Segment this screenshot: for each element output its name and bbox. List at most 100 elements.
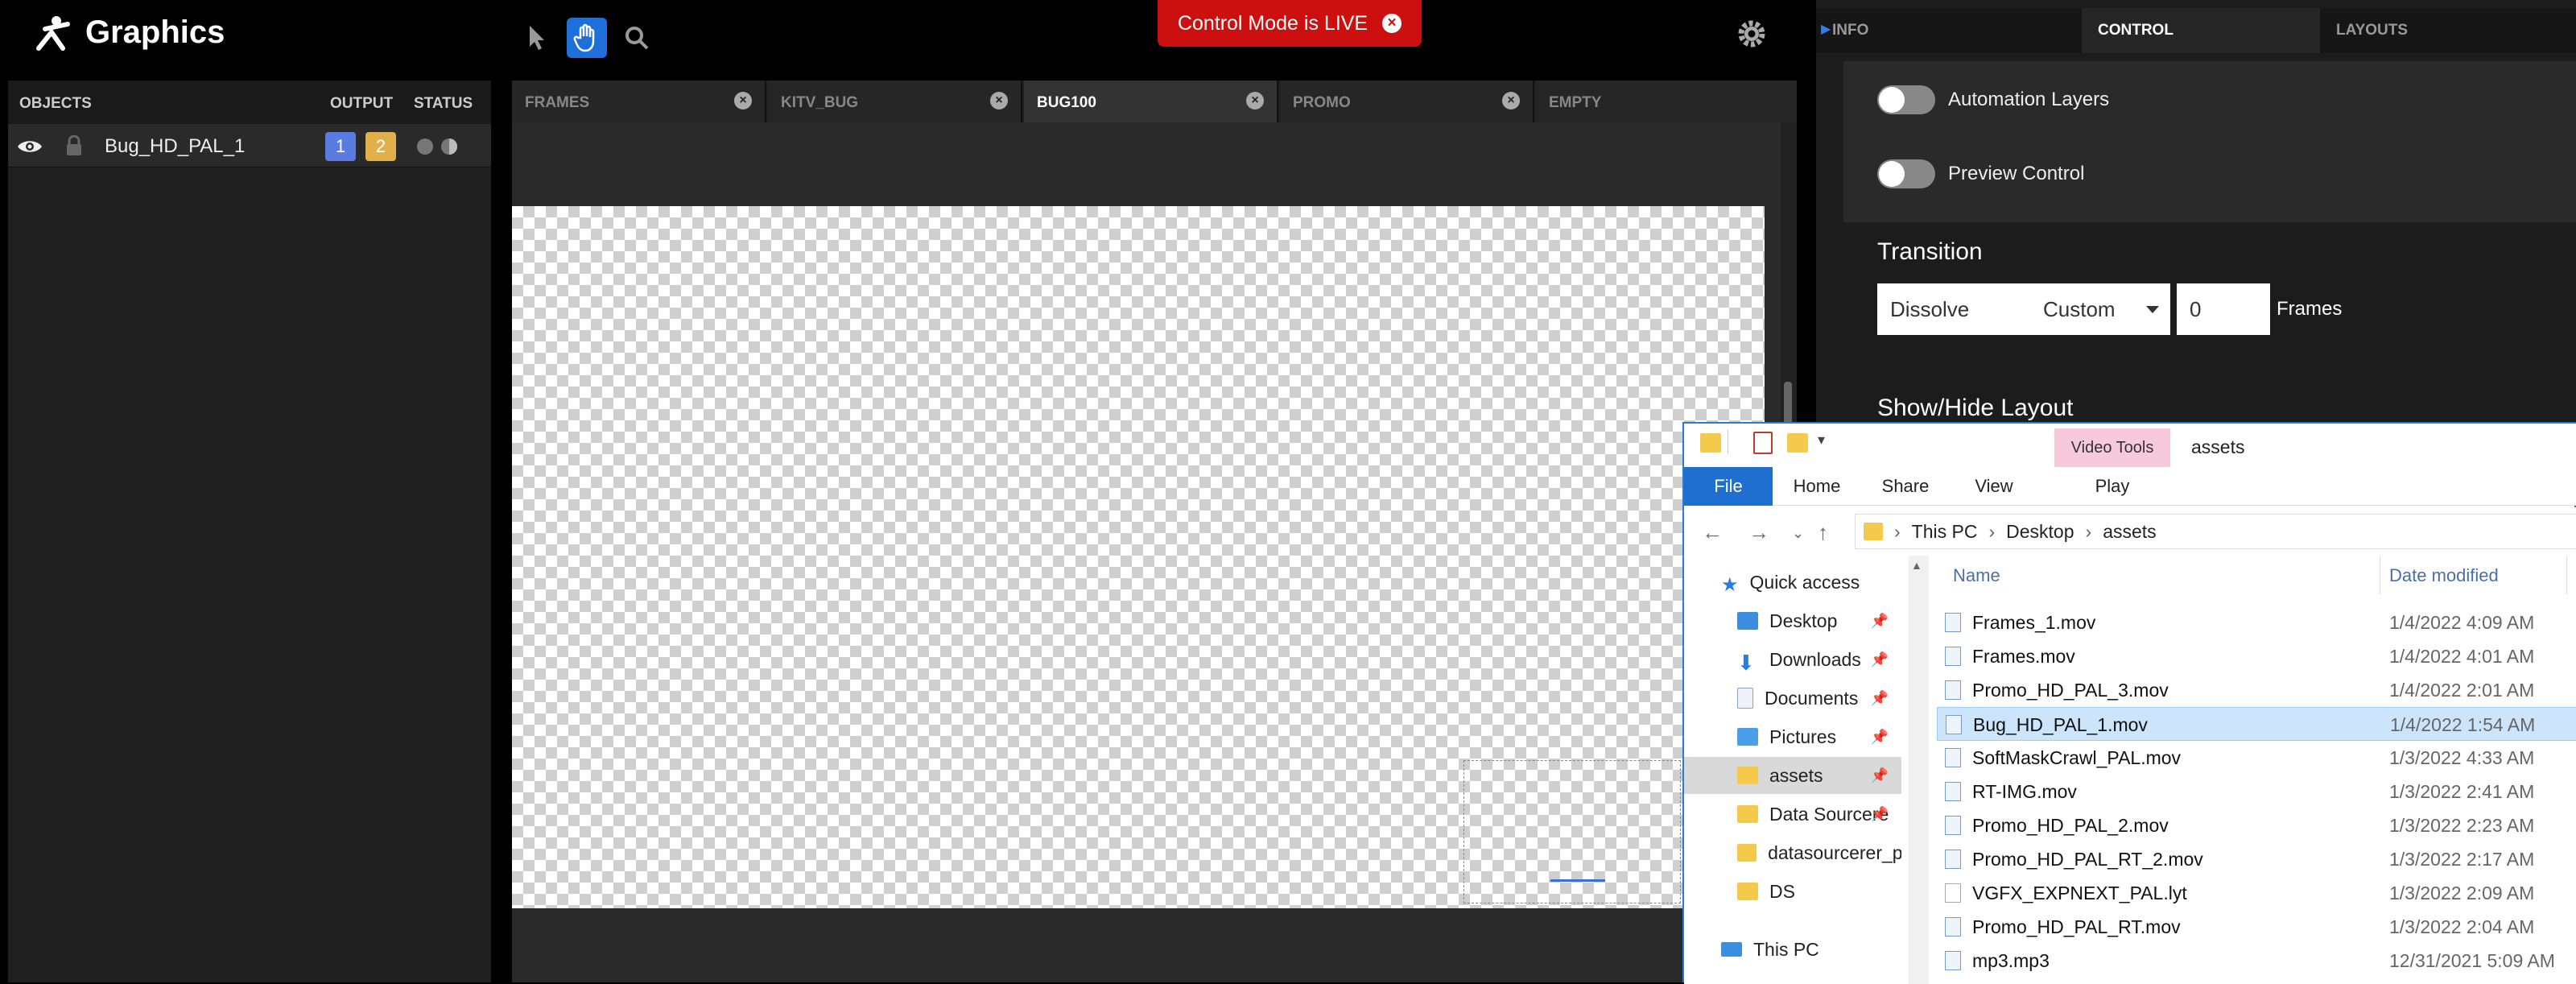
nav-item-assets[interactable]: assets 📌 [1684, 757, 1901, 794]
recent-locations-icon[interactable]: ⌄ [1792, 525, 1804, 542]
breadcrumb-desktop[interactable]: Desktop [2006, 521, 2074, 543]
file-name: SoftMaskCrawl_PAL.mov [1972, 747, 2182, 768]
properties-icon[interactable] [1753, 432, 1773, 454]
date-modified-column-header[interactable]: Date modified [2389, 565, 2499, 586]
collapse-arrow-icon[interactable]: ▶ [1821, 21, 1831, 37]
nav-item-quick-access[interactable]: ★ Quick access [1684, 564, 1901, 601]
tab-info[interactable]: INFO [1816, 8, 2082, 53]
file-name: Promo_HD_PAL_3.mov [1972, 680, 2169, 701]
file-row[interactable]: Promo_HD_PAL_RT.mov 1/3/2022 2:04 AM [1937, 910, 2576, 944]
automation-layers-toggle[interactable] [1877, 85, 1935, 114]
file-row[interactable]: mp3.mp3 12/31/2021 5:09 AM [1937, 944, 2576, 978]
breadcrumb-this-pc[interactable]: This PC [1912, 521, 1978, 543]
frames-input[interactable]: 0 [2177, 283, 2270, 335]
tab-bug100[interactable]: BUG100 × [1024, 81, 1278, 122]
object-row[interactable]: Bug_HD_PAL_1 1 2 [8, 124, 491, 167]
file-row[interactable]: Frames.mov 1/4/2022 4:01 AM [1937, 639, 2576, 673]
breadcrumb-assets[interactable]: assets [2103, 521, 2156, 543]
nav-pane-scrollbar[interactable] [1909, 556, 1929, 984]
nav-item-label: DS [1769, 880, 1795, 902]
audio-file-icon [1945, 951, 1961, 970]
file-name: Bug_HD_PAL_1.mov [1973, 714, 2148, 735]
tab-label: FRAMES [525, 94, 590, 111]
nav-item-ds[interactable]: DS [1684, 873, 1901, 910]
nav-item-label: datasourcerer_ps [1768, 841, 1901, 863]
nav-item-pictures[interactable]: Pictures 📌 [1684, 718, 1901, 755]
file-row[interactable]: Promo_HD_PAL_RT_2.mov 1/3/2022 2:17 AM [1937, 842, 2576, 876]
ribbon-file-tab[interactable]: File [1684, 467, 1773, 506]
tab-layouts[interactable]: LAYOUTS [2320, 8, 2576, 53]
folder-icon [1864, 523, 1883, 540]
nav-item-label: Desktop [1769, 610, 1838, 631]
hand-tool-button[interactable] [567, 18, 607, 58]
file-row-selected[interactable]: Bug_HD_PAL_1.mov 1/4/2022 1:54 AM [1937, 707, 2576, 741]
chevron-down-icon [2146, 306, 2159, 313]
file-date: 1/3/2022 2:04 AM [2389, 916, 2535, 937]
toggles-section [1843, 61, 2576, 222]
nav-item-datasourcerer-ps[interactable]: datasourcerer_ps [1684, 834, 1901, 871]
pointer-tool-button[interactable] [517, 18, 557, 58]
file-row[interactable]: RT-IMG.mov 1/3/2022 2:41 AM [1937, 775, 2576, 808]
search-tool-button[interactable] [617, 18, 657, 58]
file-date: 1/3/2022 4:33 AM [2389, 747, 2535, 768]
frame-tabs: FRAMES × KITV_BUG × BUG100 × PROMO × EMP… [512, 81, 1797, 122]
nav-item-downloads[interactable]: ⬇ Downloads 📌 [1684, 641, 1901, 678]
file-name: Frames.mov [1972, 646, 2075, 667]
file-date: 12/31/2021 5:09 AM [2389, 950, 2555, 971]
ribbon-view-tab[interactable]: View [1950, 467, 2038, 506]
nav-item-data-sourcere[interactable]: Data Sourcere 📌 [1684, 796, 1901, 833]
file-name: Promo_HD_PAL_RT.mov [1972, 916, 2181, 937]
ribbon-home-tab[interactable]: Home [1773, 467, 1861, 506]
forward-arrow-icon[interactable]: → [1748, 520, 1769, 545]
tab-label: PROMO [1293, 94, 1351, 111]
tab-empty[interactable]: EMPTY [1536, 81, 1797, 122]
close-icon[interactable]: × [1246, 92, 1264, 110]
tab-frames[interactable]: FRAMES × [512, 81, 766, 122]
tab-promo[interactable]: PROMO × [1280, 81, 1534, 122]
new-folder-icon[interactable] [1787, 433, 1808, 453]
video-file-icon [1945, 748, 1961, 767]
lock-icon[interactable] [64, 135, 84, 156]
ribbon-play-tab[interactable]: Play [2054, 467, 2170, 506]
output-1-badge[interactable]: 1 [325, 132, 356, 161]
transition-curve-select[interactable]: Custom [2030, 283, 2170, 335]
customize-quick-access-icon[interactable]: ▾ [1818, 432, 1825, 449]
pin-icon[interactable]: 📌 [1871, 767, 1889, 784]
app-title: Graphics [85, 14, 225, 50]
close-icon[interactable]: × [1382, 14, 1402, 33]
back-arrow-icon[interactable]: ← [1702, 520, 1723, 545]
pin-icon[interactable]: 📌 [1871, 651, 1889, 668]
pin-icon[interactable]: 📌 [1871, 729, 1889, 746]
file-row[interactable]: VGFX_EXPNEXT_PAL.lyt 1/3/2022 2:09 AM [1937, 876, 2576, 910]
ribbon-share-tab[interactable]: Share [1861, 467, 1950, 506]
file-name: Promo_HD_PAL_2.mov [1972, 815, 2169, 836]
pin-icon[interactable]: 📌 [1871, 806, 1889, 823]
tab-kitv-bug[interactable]: KITV_BUG × [768, 81, 1022, 122]
file-row[interactable]: Promo_HD_PAL_2.mov 1/3/2022 2:23 AM [1937, 808, 2576, 842]
nav-item-desktop[interactable]: Desktop 📌 [1684, 602, 1901, 639]
pin-icon[interactable]: 📌 [1871, 613, 1889, 630]
nav-item-documents[interactable]: Documents 📌 [1684, 680, 1901, 717]
tab-control[interactable]: CONTROL [2082, 8, 2320, 53]
status-icons [417, 139, 457, 155]
status-column-header: STATUS [414, 95, 473, 112]
close-icon[interactable]: × [990, 92, 1008, 110]
file-row[interactable]: Promo_HD_PAL_3.mov 1/4/2022 2:01 AM [1937, 673, 2576, 707]
file-row[interactable]: Frames_1.mov 1/4/2022 4:09 AM [1937, 606, 2576, 639]
preview-control-toggle[interactable] [1877, 159, 1935, 188]
file-row[interactable]: SoftMaskCrawl_PAL.mov 1/3/2022 4:33 AM [1937, 741, 2576, 775]
eye-icon[interactable] [16, 139, 43, 155]
address-bar[interactable]: › This PC › Desktop › assets [1855, 514, 2576, 549]
up-arrow-icon[interactable]: ↑ [1818, 520, 1828, 545]
close-icon[interactable]: × [734, 92, 752, 110]
pin-icon[interactable]: 📌 [1871, 690, 1889, 707]
scroll-up-icon[interactable]: ▲ [1911, 559, 1922, 572]
nav-item-this-pc[interactable]: This PC [1684, 931, 1901, 968]
gear-icon[interactable] [1732, 14, 1771, 53]
folder-icon [1700, 433, 1721, 453]
bug-bounding-box[interactable] [1463, 760, 1681, 903]
file-date: 1/3/2022 2:17 AM [2389, 849, 2535, 870]
name-column-header[interactable]: Name [1953, 565, 2000, 586]
output-2-badge[interactable]: 2 [365, 132, 396, 161]
close-icon[interactable]: × [1502, 92, 1520, 110]
